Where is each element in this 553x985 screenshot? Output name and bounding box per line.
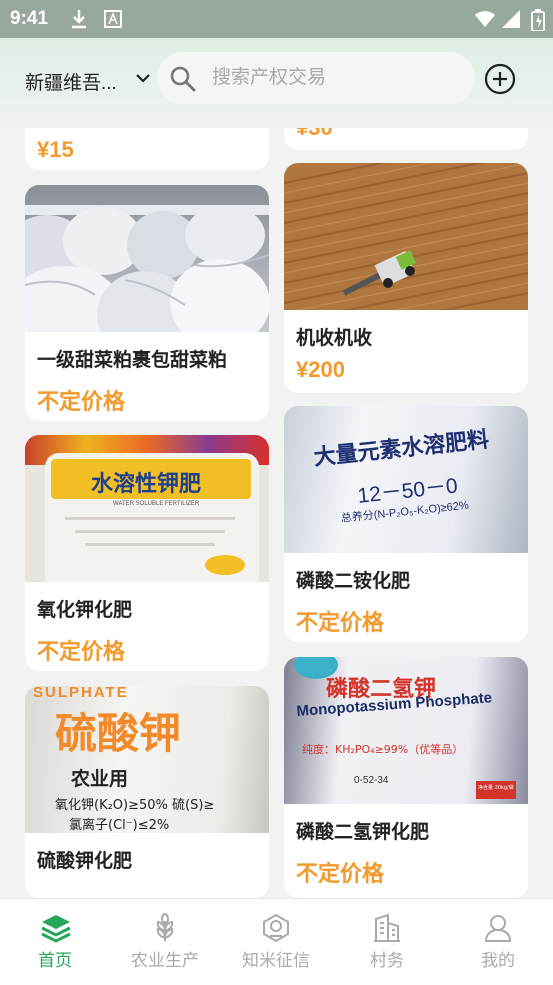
product-title: 一级甜菜粕裹包甜菜粕 <box>37 350 228 371</box>
product-price: ¥30 <box>296 128 333 141</box>
signal-icon <box>502 10 520 28</box>
tab-village-affairs[interactable]: 村务 <box>332 899 442 985</box>
search-input[interactable] <box>210 62 464 94</box>
bag-label: 0-52-34 <box>354 775 389 786</box>
wifi-icon <box>475 11 495 27</box>
tab-label: 我的 <box>481 951 515 970</box>
bag-label: 净含量 20kg/袋 <box>478 785 514 791</box>
tab-agriculture[interactable]: 农业生产 <box>110 899 220 985</box>
tab-profile[interactable]: 我的 <box>443 899 553 985</box>
product-image-fertilizer-bag: 磷酸二氢钾 Monopotassium Phosphate 纯度：KH₂PO₄≥… <box>284 657 528 804</box>
product-image-fertilizer-bag: SULPHATE 硫酸钾 农业用 氧化钾(K₂O)≥50% 硫(S)≥ 氯离子(… <box>25 686 269 833</box>
product-card[interactable]: 机收机收 ¥200 <box>284 163 528 393</box>
font-badge-icon <box>104 10 122 28</box>
product-grid: ¥15 ¥30 一级甜菜粕裹包甜菜粕 不定价格 <box>0 128 553 898</box>
battery-icon <box>531 9 545 31</box>
bag-label: 农业用 <box>71 768 129 790</box>
header: 新疆维吾... <box>0 38 553 128</box>
product-price: 不定价格 <box>37 639 126 664</box>
product-title: 硫酸钾化肥 <box>37 851 133 872</box>
bag-label: SULPHATE <box>33 686 129 701</box>
product-title: 机收机收 <box>296 328 373 349</box>
location-selector[interactable]: 新疆维吾... <box>25 68 117 95</box>
product-card[interactable]: SULPHATE 硫酸钾 农业用 氧化钾(K₂O)≥50% 硫(S)≥ 氯离子(… <box>25 686 269 898</box>
tab-label: 知米征信 <box>242 951 310 970</box>
tab-credit[interactable]: 知米征信 <box>221 899 331 985</box>
product-image-fertilizer-bag: 水溶性钾肥 WATER SOLUBLE FERTILIZER <box>25 435 269 582</box>
status-bar: 9:41 <box>0 0 553 38</box>
product-price: ¥200 <box>296 357 345 382</box>
product-card[interactable]: 水溶性钾肥 WATER SOLUBLE FERTILIZER 氧化钾化肥 不定价… <box>25 435 269 671</box>
credit-badge-icon <box>263 913 289 943</box>
product-price: ¥15 <box>37 137 74 162</box>
tab-home[interactable]: 首页 <box>0 899 110 985</box>
product-price: 不定价格 <box>296 610 385 635</box>
bag-label: 硫酸钾 <box>55 709 182 758</box>
building-icon <box>374 913 400 942</box>
tab-label: 首页 <box>38 951 72 970</box>
chevron-down-icon[interactable] <box>136 74 150 84</box>
tab-label: 村务 <box>370 951 404 970</box>
bag-label: 氯离子(Cl⁻)≤2% <box>69 818 170 833</box>
product-price: 不定价格 <box>37 389 126 414</box>
product-card[interactable]: 磷酸二氢钾 Monopotassium Phosphate 纯度：KH₂PO₄≥… <box>284 657 528 898</box>
bag-label: WATER SOLUBLE FERTILIZER <box>113 501 200 507</box>
add-circle-icon[interactable] <box>484 63 516 95</box>
product-title: 磷酸二铵化肥 <box>296 571 411 592</box>
user-icon <box>484 915 512 942</box>
status-time: 9:41 <box>10 8 49 29</box>
product-card[interactable]: ¥15 <box>25 128 269 170</box>
product-title: 氧化钾化肥 <box>37 600 133 621</box>
bottom-tab-bar: 首页 农业生产 知米征信 村务 我的 <box>0 898 553 985</box>
download-icon <box>72 10 86 29</box>
search-icon <box>170 66 196 92</box>
product-image-fertilizer-bag: 大量元素水溶肥料 12－50－0 总养分(N-P₂O₅-K₂O)≥62% <box>284 406 528 553</box>
wheat-icon <box>156 913 174 941</box>
product-card[interactable]: 一级甜菜粕裹包甜菜粕 不定价格 <box>25 185 269 421</box>
product-price: 不定价格 <box>296 861 385 886</box>
search-bar[interactable] <box>157 52 475 104</box>
product-title: 磷酸二氢钾化肥 <box>296 822 430 843</box>
product-image-bales <box>25 185 269 332</box>
bag-label: 水溶性钾肥 <box>91 471 202 497</box>
product-image-tractor <box>284 163 528 310</box>
layers-icon <box>41 915 71 943</box>
bag-label: 纯度：KH₂PO₄≥99%（优等品） <box>302 743 464 756</box>
tab-label: 农业生产 <box>131 951 199 970</box>
product-card[interactable]: ¥30 <box>284 128 528 150</box>
product-card[interactable]: 大量元素水溶肥料 12－50－0 总养分(N-P₂O₅-K₂O)≥62% 磷酸二… <box>284 406 528 642</box>
bag-label: 氧化钾(K₂O)≥50% 硫(S)≥ <box>55 798 215 813</box>
